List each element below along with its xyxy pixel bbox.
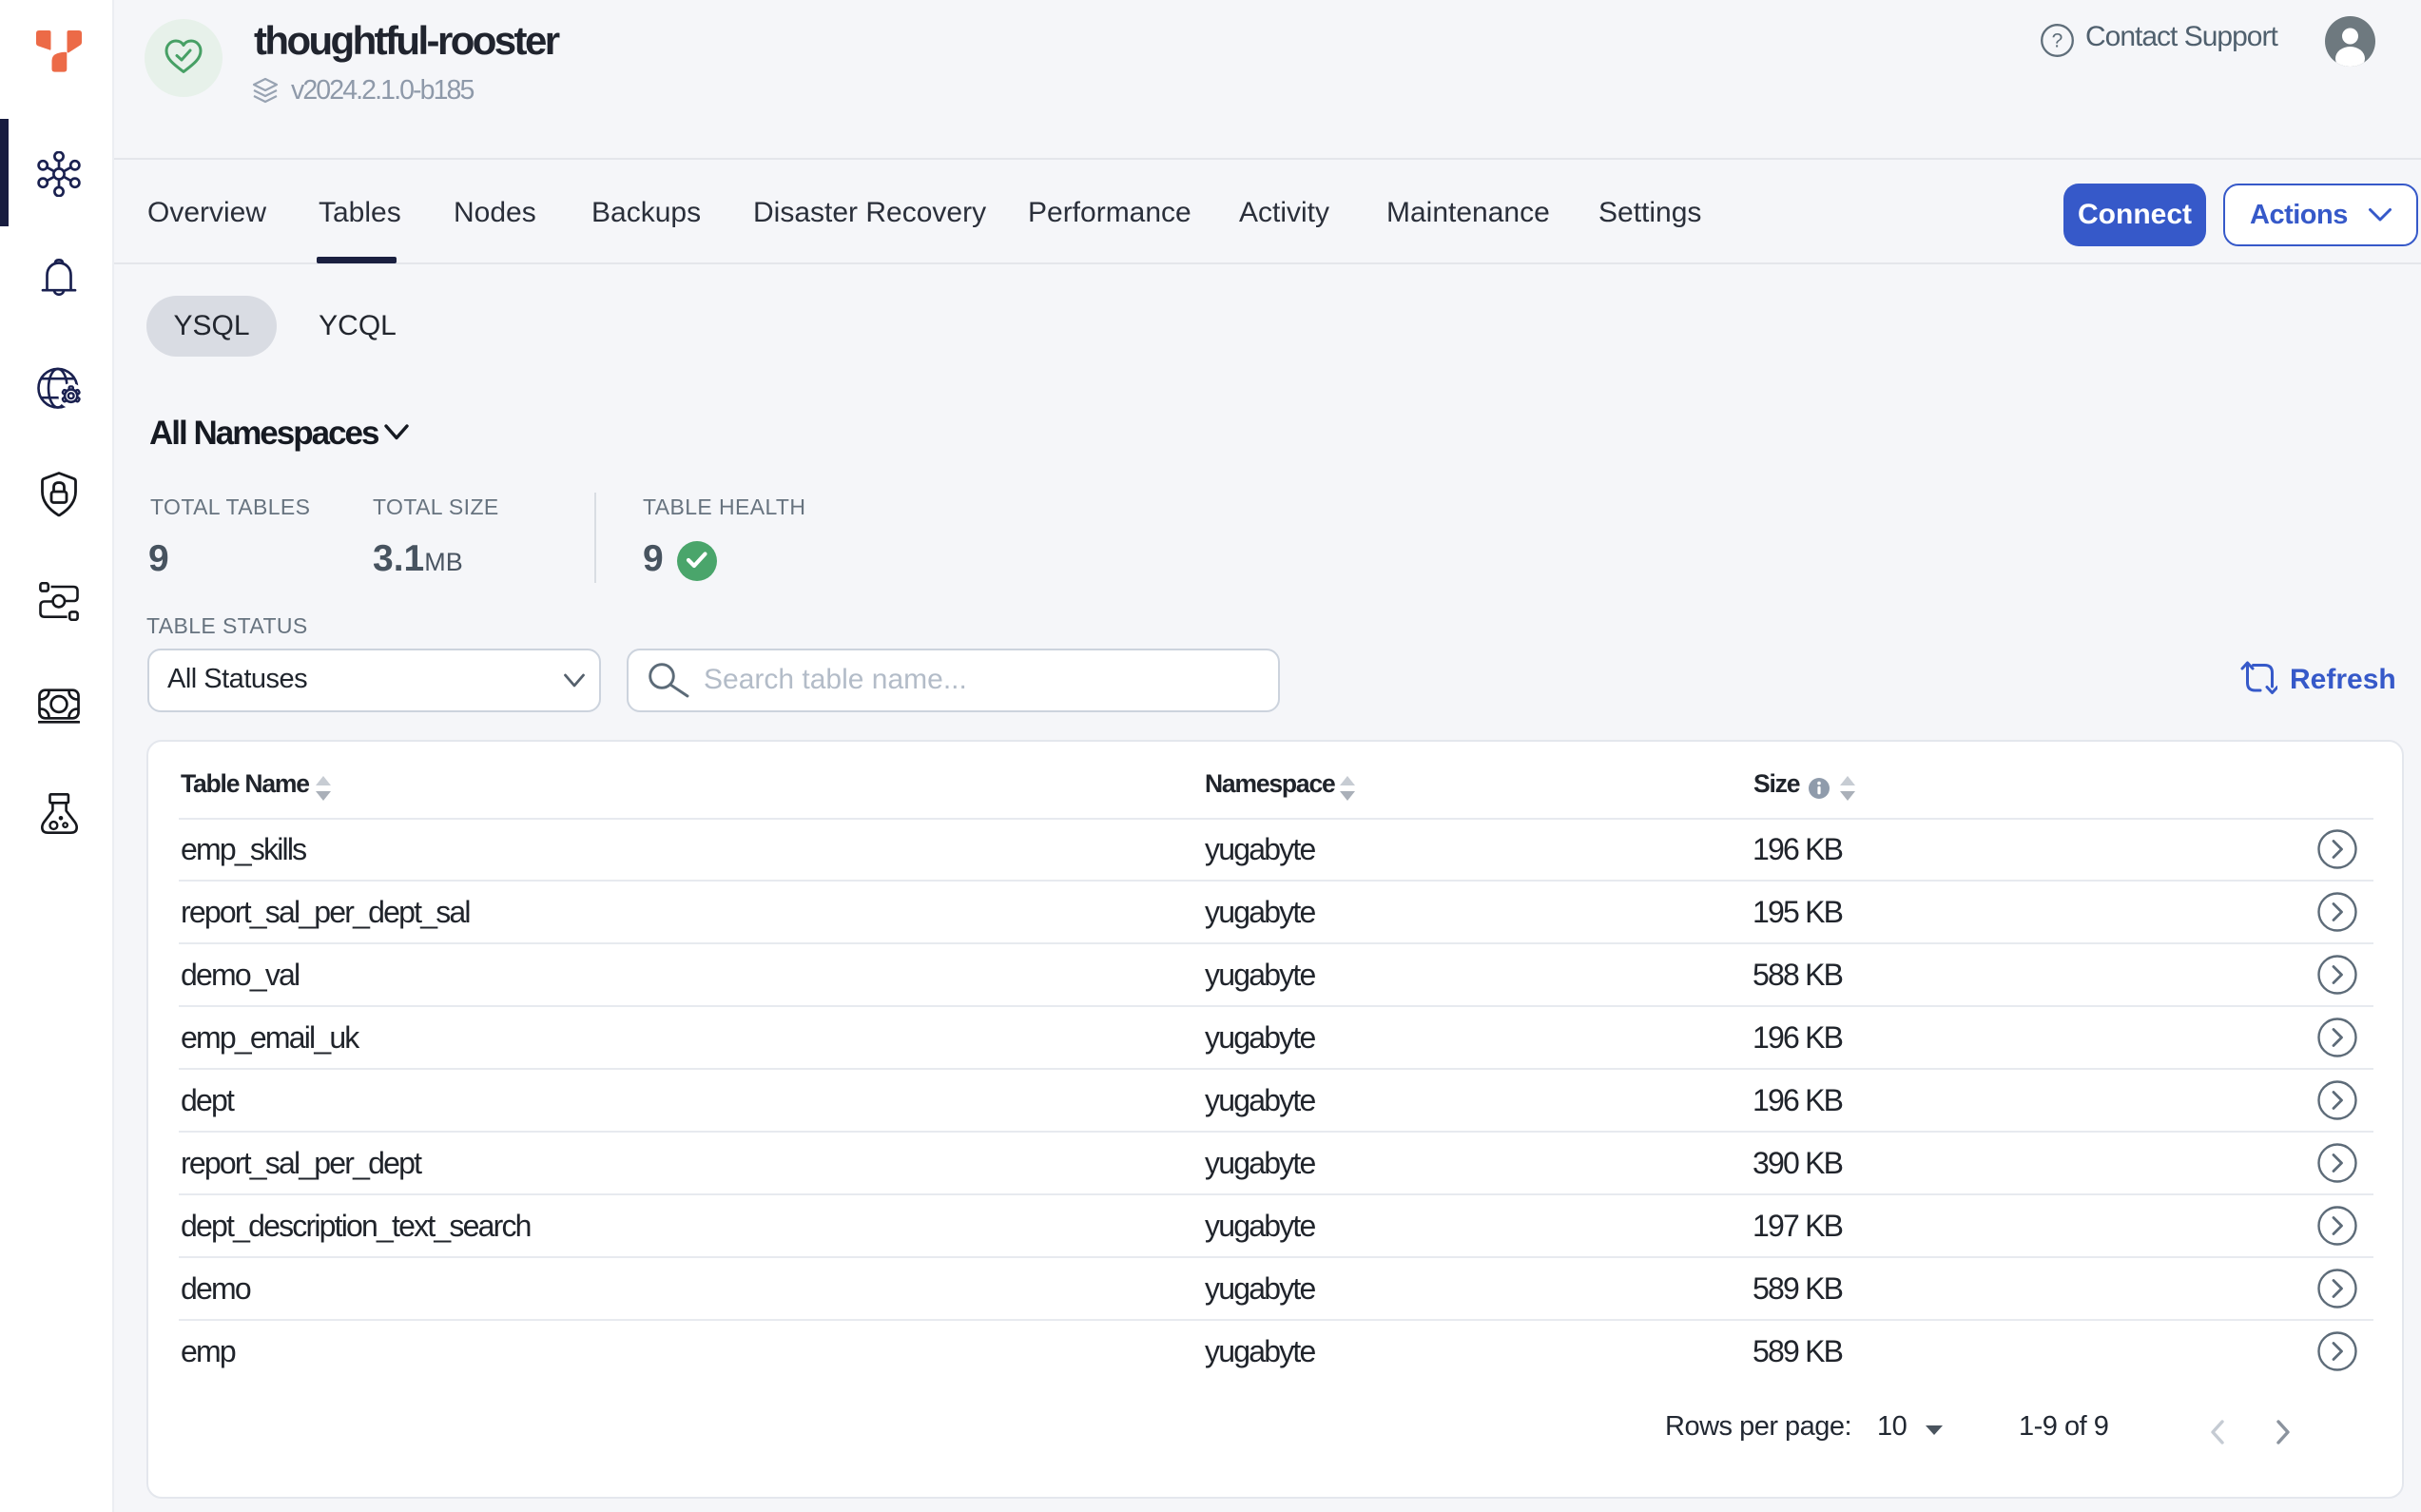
svg-text:?: ? (2052, 30, 2063, 52)
